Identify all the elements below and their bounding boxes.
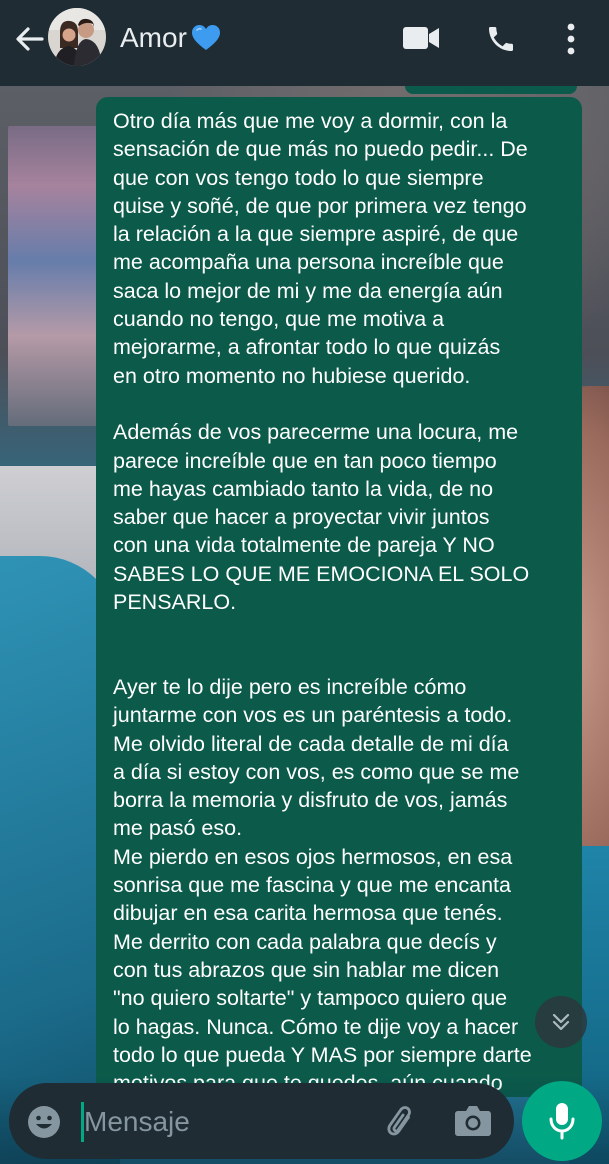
paperclip-icon[interactable] xyxy=(381,1102,417,1140)
message-paragraph-1: Otro día más que me voy a dormir, con la… xyxy=(113,109,528,388)
emoji-icon[interactable] xyxy=(26,1104,62,1140)
contact-name-text: Amor xyxy=(120,22,187,53)
camera-icon[interactable] xyxy=(454,1103,492,1137)
wallpaper-poster xyxy=(8,126,100,426)
voice-message-button[interactable] xyxy=(522,1081,602,1161)
message-paragraph-3: Ayer te lo dije pero es increíble cómo j… xyxy=(113,674,532,1095)
message-paragraph-2: Además de vos parecerme una locura, me p… xyxy=(113,420,530,615)
phone-call-icon[interactable] xyxy=(485,23,517,55)
chat-header: Amor xyxy=(0,0,609,86)
more-options-icon[interactable] xyxy=(562,22,580,56)
avatar[interactable] xyxy=(48,8,106,66)
video-call-icon[interactable] xyxy=(402,25,440,51)
previous-message-edge xyxy=(405,86,577,94)
scroll-to-bottom-button[interactable] xyxy=(535,996,587,1048)
microphone-icon xyxy=(549,1103,575,1140)
back-arrow-icon[interactable] xyxy=(14,26,44,52)
contact-name[interactable]: Amor xyxy=(120,18,221,58)
blue-heart-icon xyxy=(191,25,220,50)
double-chevron-down-icon xyxy=(552,1013,570,1031)
message-input[interactable] xyxy=(84,1100,364,1144)
outgoing-message-bubble[interactable]: Otro día más que me voy a dormir, con la… xyxy=(96,97,582,1097)
